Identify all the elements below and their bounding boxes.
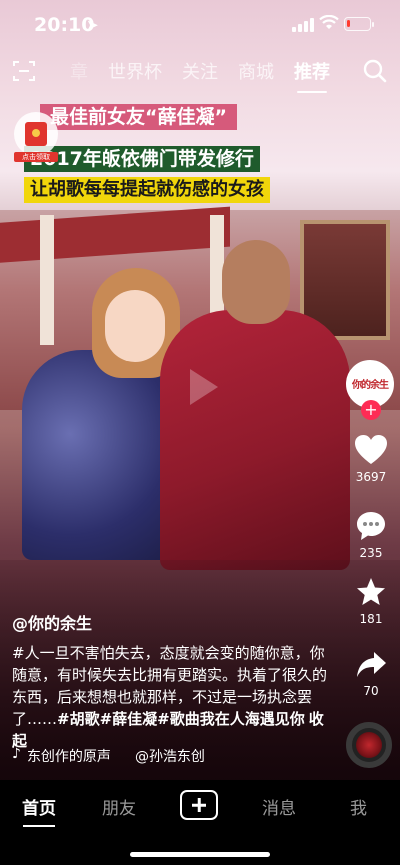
tab-recommended[interactable]: 推荐: [284, 58, 340, 84]
music-note-icon: ♪: [12, 746, 21, 762]
like-button[interactable]: 3697: [346, 434, 396, 484]
monk-head: [222, 240, 290, 324]
red-packet-label: 点击领取: [14, 152, 58, 162]
disc-cover: [356, 732, 382, 758]
tab-home[interactable]: 首页: [22, 794, 56, 819]
battery-icon: [344, 17, 374, 31]
follow-plus-button[interactable]: +: [361, 400, 381, 420]
monk-robe: [160, 310, 350, 570]
hashtag-song[interactable]: #歌曲我在人海遇见你: [157, 710, 305, 728]
tab-me[interactable]: 我: [350, 794, 367, 819]
home-indicator: [130, 852, 270, 857]
hashtag-hu-ge[interactable]: #胡歌: [57, 710, 100, 728]
caption-line-1: 最佳前女友“薛佳凝”: [40, 104, 237, 130]
caption-line-3: 让胡歌每每提起就伤感的女孩: [24, 177, 270, 203]
tab-following[interactable]: 关注: [172, 58, 228, 84]
wifi-icon: [319, 14, 339, 35]
location-arrow-icon: ➤: [86, 16, 99, 34]
search-icon[interactable]: [362, 58, 388, 84]
top-nav: 章 世界杯 关注 商城 推荐: [0, 52, 400, 92]
comment-icon: [357, 512, 385, 540]
avatar-text: 你的余生: [352, 380, 389, 391]
battery-level: [347, 20, 350, 27]
status-bar: 20:10 ➤: [0, 0, 400, 48]
tab-friends[interactable]: 朋友: [102, 794, 136, 819]
author-name[interactable]: @你的余生: [12, 610, 332, 634]
like-count: 3697: [355, 470, 387, 484]
play-icon[interactable]: [168, 355, 232, 419]
music-bar[interactable]: ♪ 东创作的原声 @孙浩东创: [12, 746, 342, 768]
red-packet-button[interactable]: 点击领取: [14, 112, 58, 162]
red-envelope-icon: [25, 122, 47, 146]
cellular-signal-icon: [292, 18, 314, 32]
temple-pillar: [40, 215, 54, 345]
hashtag-xue-jianing[interactable]: #薛佳凝: [100, 710, 158, 728]
woman-figure: [22, 350, 182, 560]
woman-face: [105, 290, 165, 362]
caption-line-2: 2017年皈依佛门带发修行: [24, 146, 260, 172]
share-arrow-icon: [357, 652, 386, 677]
music-disc-icon[interactable]: [346, 722, 392, 768]
favorite-count: 181: [359, 612, 383, 626]
comment-button[interactable]: 235: [346, 510, 396, 560]
tab-messages[interactable]: 消息: [262, 794, 296, 819]
star-icon: [357, 578, 385, 605]
create-plus-button[interactable]: [180, 790, 218, 820]
tab-world-cup[interactable]: 世界杯: [98, 58, 172, 84]
scan-icon[interactable]: [12, 59, 36, 83]
share-button[interactable]: 70: [346, 650, 396, 698]
heart-icon: [355, 435, 387, 464]
share-count: 70: [363, 684, 379, 698]
music-author: @孙浩东创: [134, 749, 205, 765]
favorite-button[interactable]: 181: [346, 576, 396, 626]
tab-mall[interactable]: 商城: [228, 58, 284, 84]
music-title: 东创作的原声: [26, 749, 111, 765]
nav-tabs: 章 世界杯 关注 商城 推荐: [60, 58, 340, 84]
tab-partial[interactable]: 章: [60, 58, 98, 84]
comment-count: 235: [359, 546, 383, 560]
video-info: @你的余生 #人一旦不害怕失去，态度就会变的随你意，你随意，有时候失去比拥有更踏…: [12, 610, 332, 752]
video-description: #人一旦不害怕失去，态度就会变的随你意，你随意，有时候失去比拥有更踏实。执着了很…: [12, 642, 332, 752]
